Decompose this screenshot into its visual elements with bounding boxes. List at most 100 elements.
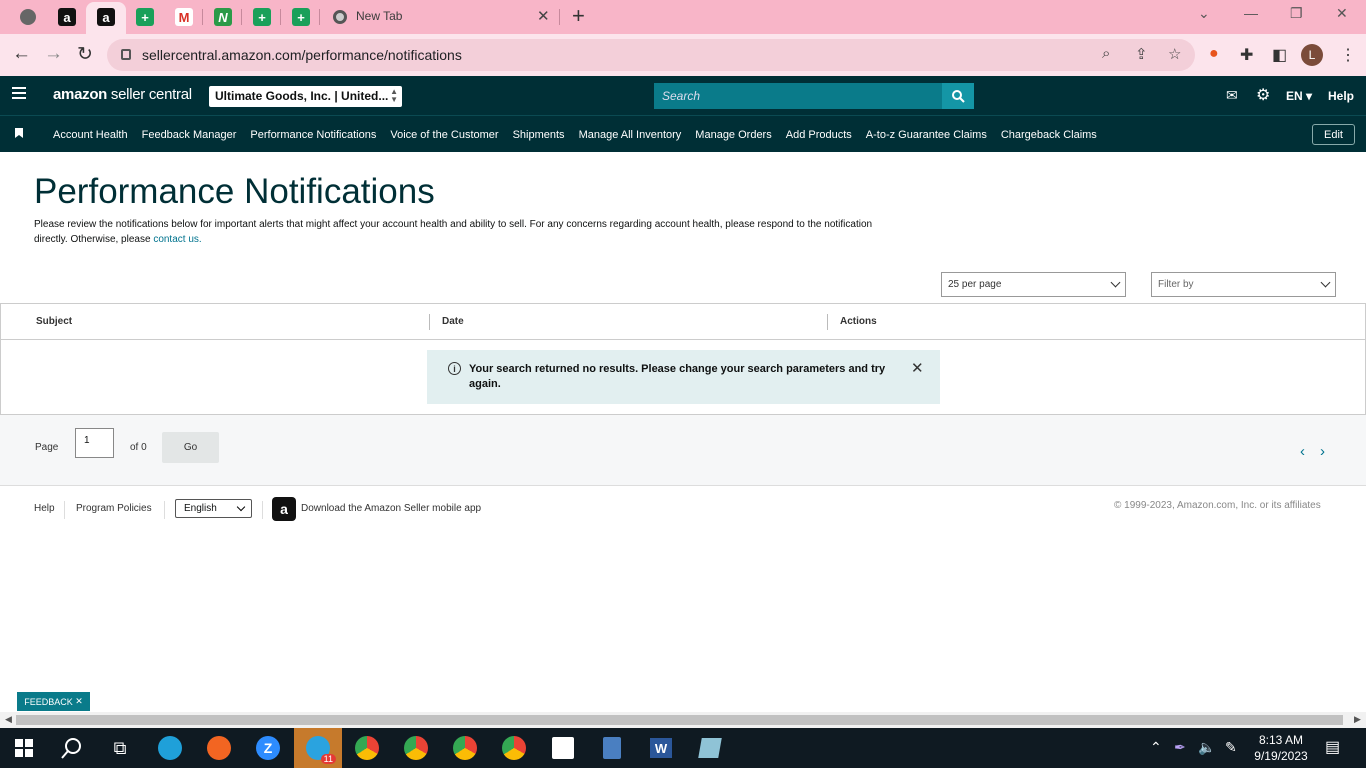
taskbar-clock[interactable]: 8:13 AM 9/19/2023: [1250, 732, 1312, 764]
mail-icon[interactable]: ✉: [1226, 87, 1238, 104]
profile-avatar[interactable]: L: [1301, 44, 1323, 66]
column-date[interactable]: Date: [442, 316, 464, 327]
nav-add-products[interactable]: Add Products: [786, 129, 852, 141]
go-button[interactable]: Go: [162, 432, 219, 463]
sheets-tab-icon-3[interactable]: +: [290, 6, 312, 28]
nav-account-health[interactable]: Account Health: [53, 129, 128, 141]
search-input[interactable]: Search: [654, 83, 942, 109]
search-button[interactable]: [942, 83, 974, 109]
volume-icon[interactable]: 🔈: [1198, 739, 1215, 756]
chevron-right-icon[interactable]: ›: [1320, 443, 1325, 460]
feedback-button[interactable]: FEEDBACK ✕: [17, 692, 90, 711]
hamburger-menu-icon[interactable]: [12, 87, 26, 102]
tab-separator: [559, 9, 560, 25]
download-app-link[interactable]: Download the Amazon Seller mobile app: [301, 503, 481, 514]
tab-search-chevron-icon[interactable]: ⌄: [1198, 5, 1210, 22]
back-arrow-icon[interactable]: ←: [12, 43, 31, 65]
forward-arrow-icon[interactable]: →: [44, 43, 63, 65]
amazon-tab-icon[interactable]: a: [56, 6, 78, 28]
sheets-tab-icon[interactable]: +: [134, 6, 156, 28]
nav-manage-orders[interactable]: Manage Orders: [695, 129, 771, 141]
pen-tray-icon[interactable]: ✒: [1174, 739, 1186, 756]
n-app-tab-icon[interactable]: N: [212, 6, 234, 28]
edit-nav-button[interactable]: Edit: [1312, 124, 1355, 145]
chrome-profile-icon-2[interactable]: [392, 728, 440, 768]
extension-flame-icon[interactable]: ●: [1209, 45, 1219, 63]
page-title: Performance Notifications: [34, 172, 435, 211]
new-tab-plus-icon[interactable]: +: [572, 3, 585, 29]
taskbar-search-icon[interactable]: [48, 728, 96, 768]
reload-icon[interactable]: ↻: [77, 43, 93, 66]
column-subject[interactable]: Subject: [36, 316, 72, 327]
amazon-seller-app-icon[interactable]: a: [272, 497, 296, 521]
program-policies-link[interactable]: Program Policies: [76, 503, 152, 514]
url-text[interactable]: sellercentral.amazon.com/performance/not…: [142, 47, 462, 63]
address-bar[interactable]: sellercentral.amazon.com/performance/not…: [107, 39, 1195, 71]
calculator-icon[interactable]: [588, 728, 636, 768]
scroll-right-arrow-icon[interactable]: ▶: [1354, 714, 1361, 725]
contact-us-link[interactable]: contact us.: [153, 234, 201, 245]
telegram-icon[interactable]: 11: [294, 728, 342, 768]
chevron-left-icon[interactable]: ‹: [1300, 443, 1305, 460]
footer-divider: [164, 501, 165, 519]
task-view-icon[interactable]: ⧉: [96, 728, 144, 768]
windows-taskbar: ⧉ Z 11 W ⌃ ✒ 🔈 ✎ 8:13 AM 9/19/2023 ▤: [0, 728, 1366, 768]
windows-start-icon[interactable]: [0, 728, 48, 768]
notifications-icon[interactable]: ▤: [1325, 737, 1340, 757]
account-switcher[interactable]: Ultimate Goods, Inc. | United... ▲ ▼: [209, 86, 402, 107]
nav-voice-of-customer[interactable]: Voice of the Customer: [390, 129, 498, 141]
globe-tab-icon[interactable]: [17, 6, 39, 28]
close-icon[interactable]: ✕: [911, 359, 924, 377]
sheets-tab-icon-2[interactable]: +: [251, 6, 273, 28]
minimize-icon[interactable]: —: [1244, 5, 1258, 21]
nav-shipments[interactable]: Shipments: [513, 129, 565, 141]
tray-chevron-up-icon[interactable]: ⌃: [1150, 739, 1162, 756]
bookmark-nav-bar: Account Health Feedback Manager Performa…: [0, 115, 1366, 152]
stock-app-icon[interactable]: [539, 728, 587, 768]
nav-chargeback-claims[interactable]: Chargeback Claims: [1001, 129, 1097, 141]
menu-kebab-icon[interactable]: ⋮: [1340, 45, 1356, 65]
filter-select[interactable]: Filter by: [1151, 272, 1336, 297]
tab-close-icon[interactable]: ✕: [537, 7, 550, 25]
edge-icon[interactable]: [146, 728, 194, 768]
chrome-profile-icon-3[interactable]: [441, 728, 489, 768]
restore-icon[interactable]: ❐: [1290, 5, 1303, 22]
zoom-icon[interactable]: ⌕: [1102, 45, 1110, 62]
page-count: of 0: [130, 442, 147, 453]
extensions-puzzle-icon[interactable]: ✚: [1240, 45, 1253, 65]
nav-feedback-manager[interactable]: Feedback Manager: [142, 129, 237, 141]
side-panel-icon[interactable]: ◧: [1272, 45, 1287, 65]
page-label: Page: [35, 442, 59, 453]
footer-language-select[interactable]: English: [175, 499, 252, 518]
gear-icon[interactable]: ⚙: [1256, 85, 1270, 105]
bookmark-icon[interactable]: [15, 128, 23, 138]
word-icon[interactable]: W: [637, 728, 685, 768]
chevron-down-icon: [1110, 277, 1121, 288]
notepad-icon[interactable]: [686, 728, 734, 768]
share-icon[interactable]: ⇪: [1135, 45, 1148, 63]
chrome-profile-icon-1[interactable]: [343, 728, 391, 768]
scroll-left-arrow-icon[interactable]: ◀: [5, 714, 12, 725]
seller-central-logo[interactable]: amazon seller central: [53, 86, 192, 103]
nav-manage-inventory[interactable]: Manage All Inventory: [579, 129, 682, 141]
footer-help-link[interactable]: Help: [34, 503, 55, 514]
language-selector[interactable]: EN ▾: [1286, 89, 1312, 103]
close-window-icon[interactable]: ✕: [1336, 5, 1348, 22]
gmail-tab-icon[interactable]: M: [173, 6, 195, 28]
horizontal-scrollbar[interactable]: ◀ ▶: [0, 712, 1366, 728]
page-number-input[interactable]: 1: [75, 428, 114, 458]
zoom-app-icon[interactable]: Z: [244, 728, 292, 768]
per-page-select[interactable]: 25 per page: [941, 272, 1126, 297]
new-tab-title[interactable]: New Tab: [356, 9, 402, 23]
firefox-icon[interactable]: [195, 728, 243, 768]
pen-workspace-icon[interactable]: ✎: [1225, 739, 1237, 756]
tab-separator: [319, 9, 320, 25]
amazon-active-tab-icon[interactable]: a: [95, 6, 117, 28]
nav-performance-notifications[interactable]: Performance Notifications: [250, 129, 376, 141]
browser-tab-strip: a a + M N + + New Tab ✕ + ⌄ — ❐ ✕: [0, 0, 1366, 34]
scrollbar-thumb[interactable]: [16, 715, 1343, 725]
bookmark-star-icon[interactable]: ☆: [1168, 45, 1181, 63]
chrome-profile-icon-4[interactable]: [490, 728, 538, 768]
help-link[interactable]: Help: [1328, 89, 1354, 103]
nav-atoz-claims[interactable]: A-to-z Guarantee Claims: [866, 129, 987, 141]
